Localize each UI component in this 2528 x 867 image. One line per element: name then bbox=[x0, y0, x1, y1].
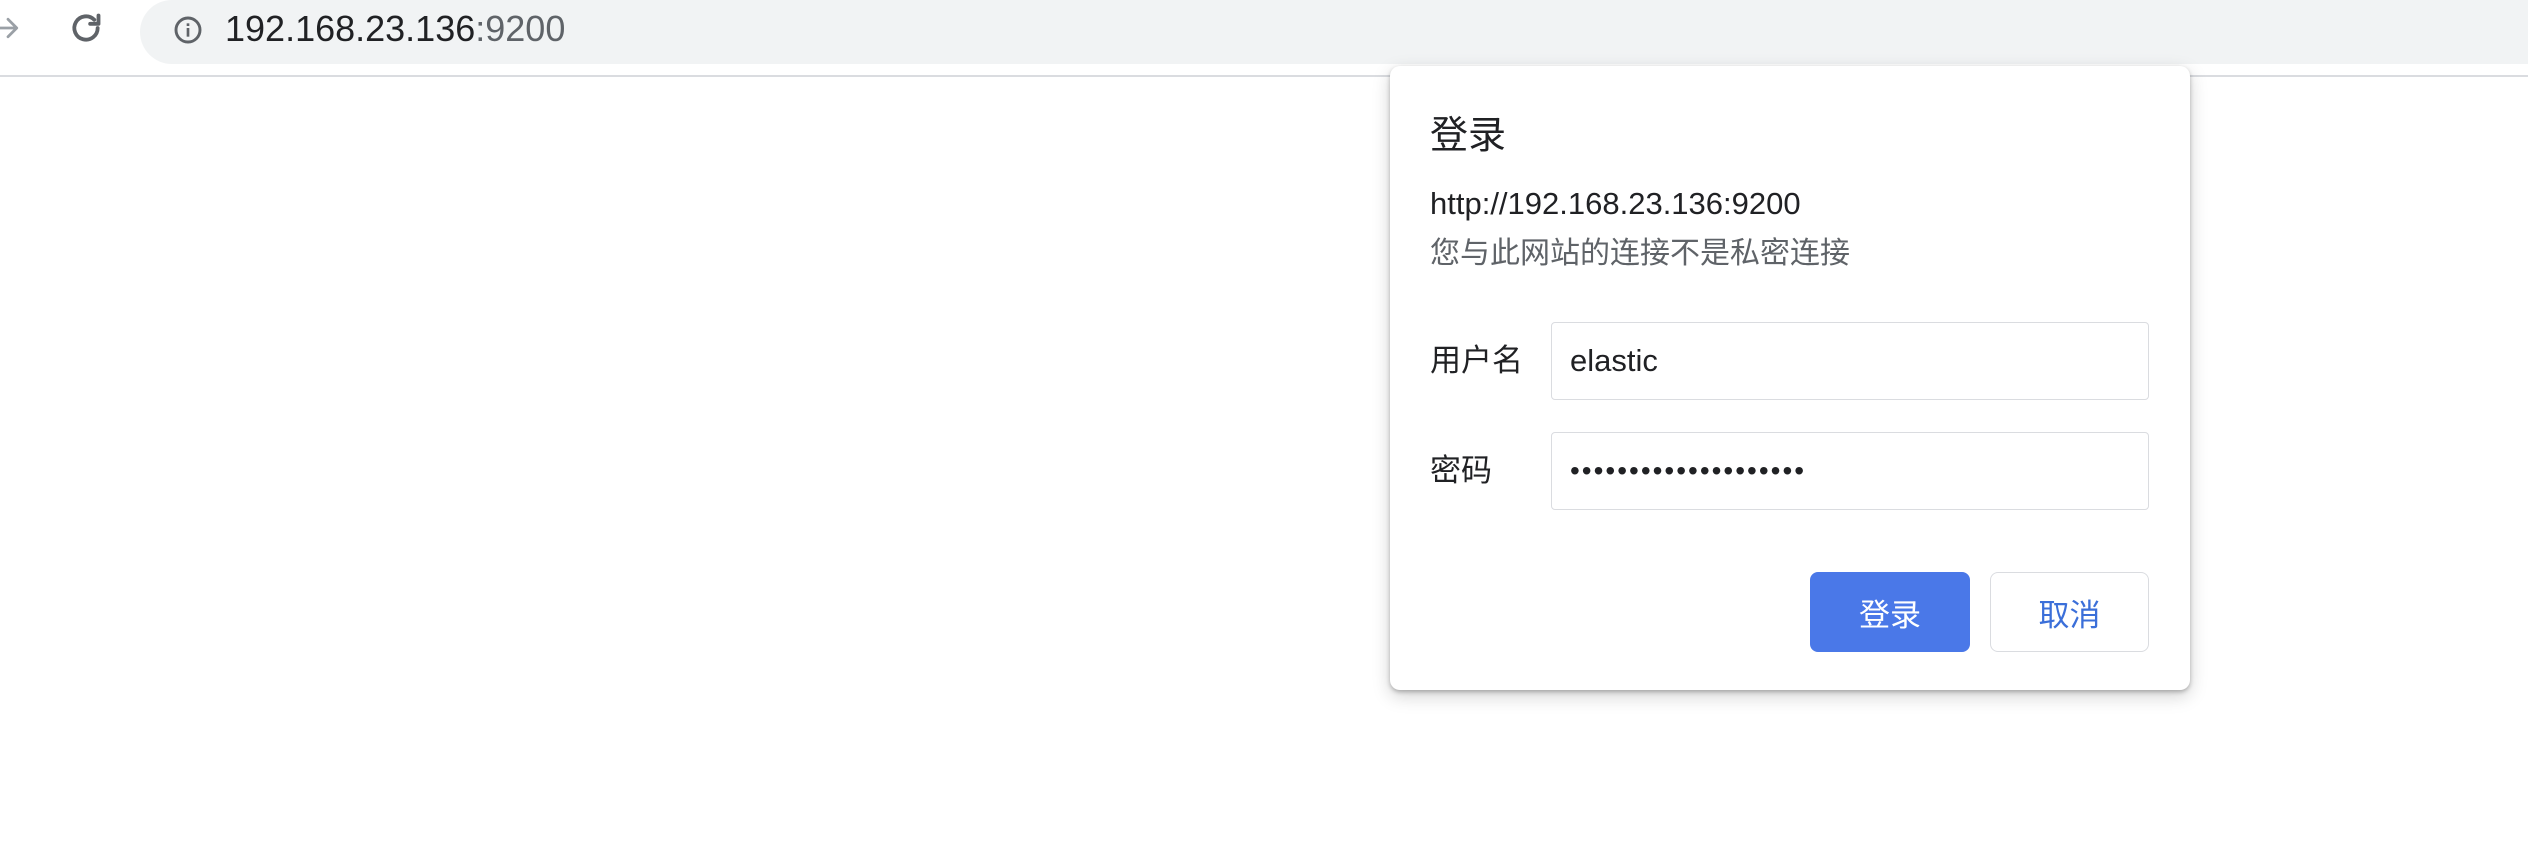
dialog-url: http://192.168.23.136:9200 bbox=[1430, 186, 1801, 221]
login-dialog: 登录 http://192.168.23.136:9200 您与此网站的连接不是… bbox=[1390, 66, 2190, 690]
login-button[interactable]: 登录 bbox=[1810, 572, 1970, 652]
address-bar[interactable]: 192.168.23.136:9200 bbox=[140, 0, 2528, 64]
dialog-title: 登录 bbox=[1430, 113, 1507, 157]
url-text[interactable]: 192.168.23.136:9200 bbox=[225, 6, 565, 52]
reload-icon bbox=[72, 13, 101, 42]
site-info-button[interactable] bbox=[170, 12, 206, 48]
reload-button[interactable] bbox=[64, 6, 108, 50]
url-host: 192.168.23.136 bbox=[225, 8, 476, 49]
connection-warning: 您与此网站的连接不是私密连接 bbox=[1430, 236, 1850, 271]
username-label: 用户名 bbox=[1430, 343, 1523, 379]
password-input[interactable] bbox=[1551, 432, 2149, 510]
password-label: 密码 bbox=[1430, 453, 1492, 489]
url-port: :9200 bbox=[475, 8, 566, 49]
info-icon bbox=[174, 16, 202, 44]
forward-button[interactable] bbox=[0, 10, 26, 46]
forward-arrow-icon bbox=[0, 17, 19, 39]
username-input[interactable] bbox=[1551, 322, 2149, 400]
cancel-button[interactable]: 取消 bbox=[1990, 572, 2149, 652]
